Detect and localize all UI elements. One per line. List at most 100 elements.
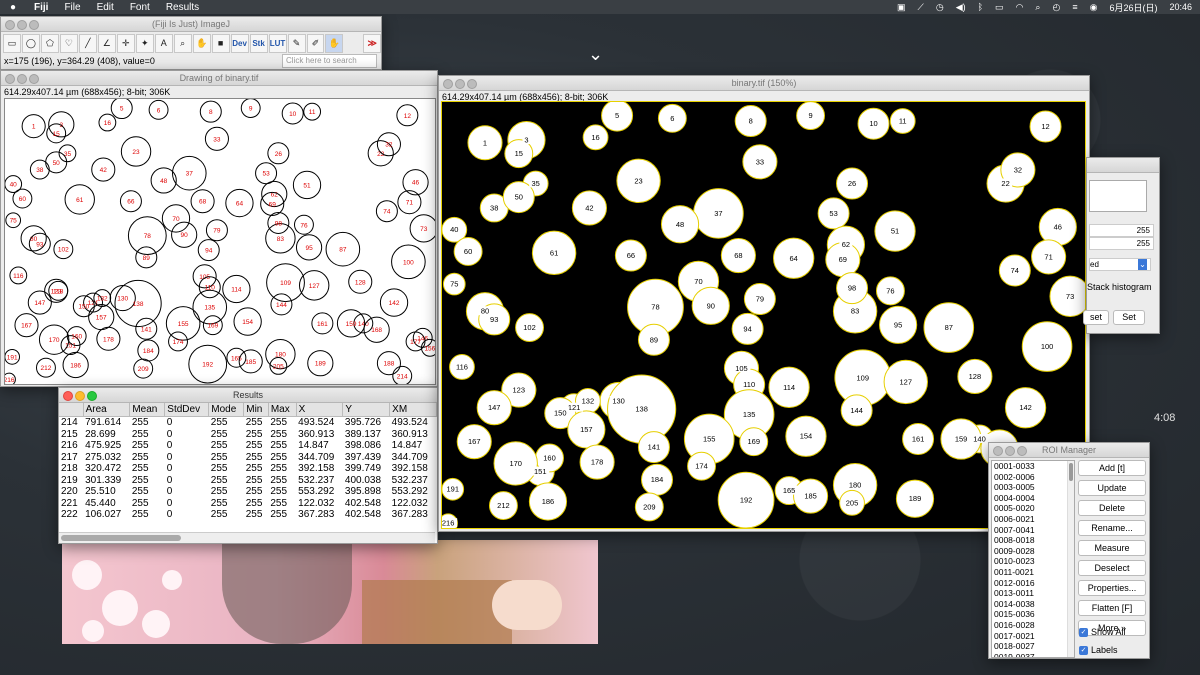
zoom-button[interactable] — [29, 74, 39, 84]
roi-button-deselect[interactable]: Deselect — [1078, 560, 1146, 576]
list-item[interactable]: 0005-0020 — [992, 503, 1074, 514]
minimize-button[interactable] — [17, 74, 27, 84]
menu-app-name[interactable]: Fiji — [26, 2, 56, 13]
list-item[interactable]: 0010-0023 — [992, 556, 1074, 567]
text-tool-icon[interactable]: A — [154, 33, 173, 53]
zoom-button[interactable] — [1017, 446, 1027, 456]
angle-tool-icon[interactable]: ∠ — [97, 33, 116, 53]
results-column-header[interactable]: StdDev — [164, 403, 210, 417]
list-item[interactable]: 0002-0006 — [992, 472, 1074, 483]
table-row[interactable]: 216 475.925 255 0 255 255 255 14.847 398.086 14.8… — [59, 440, 437, 452]
results-column-header[interactable]: Mode — [208, 403, 245, 417]
results-column-header[interactable]: XM — [389, 403, 437, 417]
results-column-header[interactable]: X — [296, 403, 344, 417]
results-titlebar[interactable]: Results — [59, 388, 437, 403]
dev-menu-button[interactable]: Dev — [230, 33, 249, 53]
results-column-header[interactable]: Mean — [129, 403, 166, 417]
apple-icon[interactable]: ● — [0, 2, 26, 13]
table-row[interactable]: 220 25.510 255 0 255 255 255 553.292 395.898 553.… — [59, 486, 437, 498]
clock-status-icon[interactable]: ◷ — [936, 2, 944, 13]
line-tool-icon[interactable]: ╱ — [78, 33, 97, 53]
freehand-tool-icon[interactable]: ♡ — [59, 33, 78, 53]
roi-button-flatten-f[interactable]: Flatten [F] — [1078, 600, 1146, 616]
list-item[interactable]: 0014-0038 — [992, 599, 1074, 610]
close-button[interactable] — [5, 20, 15, 30]
list-item[interactable]: 0017-0021 — [992, 631, 1074, 642]
menu-font[interactable]: Font — [122, 2, 158, 13]
pencil-tool-icon[interactable]: ✎ — [287, 33, 306, 53]
close-button[interactable] — [443, 79, 453, 89]
lut-menu-button[interactable]: LUT — [268, 33, 287, 53]
threshold-value-2[interactable]: 255 — [1089, 237, 1154, 250]
stk-menu-button[interactable]: Stk — [249, 33, 268, 53]
list-item[interactable]: 0012-0016 — [992, 578, 1074, 589]
roi-scrollbar[interactable] — [1067, 461, 1074, 657]
hand-tool-icon[interactable]: ✋ — [192, 33, 211, 53]
siri-icon[interactable]: ◉ — [1090, 2, 1098, 13]
results-column-header[interactable]: Y — [342, 403, 391, 417]
threshold-set-button-2[interactable]: Set — [1113, 310, 1145, 325]
list-item[interactable]: 0009-0028 — [992, 546, 1074, 557]
results-table[interactable]: Area Mean StdDev Mode Min Max X Y XM 214 791.614 2… — [59, 403, 437, 521]
list-item[interactable]: 0008-0018 — [992, 535, 1074, 546]
list-item[interactable]: 0003-0005 — [992, 482, 1074, 493]
control-center-icon[interactable]: ≡ — [1072, 2, 1077, 12]
threshold-value-1[interactable]: 255 — [1089, 224, 1154, 237]
roi-button-add-t[interactable]: Add [t] — [1078, 460, 1146, 476]
bluetooth-icon[interactable]: ᛒ — [978, 2, 983, 12]
list-item[interactable]: 0011-0021 — [992, 567, 1074, 578]
table-row[interactable]: 221 45.440 255 0 255 255 255 122.032 402.548 122.… — [59, 498, 437, 510]
close-button[interactable] — [5, 74, 15, 84]
list-item[interactable]: 0007-0041 — [992, 525, 1074, 536]
roi-button-measure[interactable]: Measure — [1078, 540, 1146, 556]
list-item[interactable]: 0018-0027 — [992, 641, 1074, 652]
volume-icon[interactable]: ◀) — [956, 2, 966, 13]
results-column-header[interactable] — [59, 403, 84, 417]
binary-titlebar[interactable]: binary.tif (150%) — [439, 76, 1089, 91]
zoom-button[interactable] — [467, 79, 477, 89]
threshold-method-select[interactable]: ed ⌄ — [1089, 258, 1151, 271]
table-row[interactable]: 222 106.027 255 0 255 255 255 367.283 402.548 367… — [59, 509, 437, 521]
menu-file[interactable]: File — [56, 2, 88, 13]
list-item[interactable]: 0016-0028 — [992, 620, 1074, 631]
table-row[interactable]: 218 320.472 255 0 255 255 255 392.158 399.749 392… — [59, 463, 437, 475]
results-column-header[interactable]: Area — [83, 403, 131, 417]
dropper-tool-icon[interactable]: ■ — [211, 33, 230, 53]
drawing-titlebar[interactable]: Drawing of binary.tif — [1, 71, 437, 86]
drawing-canvas[interactable]: 1 3 5 6 8 9 10 11 12 15 16 23 22 26 32 33 35 37 38 40 42 46 48… — [4, 98, 436, 385]
wifi-icon[interactable]: ◠ — [1016, 2, 1024, 13]
list-item[interactable]: 0015-0036 — [992, 609, 1074, 620]
zoom-button[interactable] — [29, 20, 39, 30]
roi-button-properties[interactable]: Properties... — [1078, 580, 1146, 596]
roi-button-delete[interactable]: Delete — [1078, 500, 1146, 516]
table-row[interactable]: 219 301.339 255 0 255 255 255 532.237 400.038 532… — [59, 475, 437, 487]
polygon-tool-icon[interactable]: ⬠ — [40, 33, 59, 53]
time-machine-icon[interactable]: ◴ — [1052, 2, 1060, 13]
rectangle-tool-icon[interactable]: ▭ — [3, 33, 21, 53]
brush-tool-icon[interactable]: ✐ — [306, 33, 325, 53]
search-icon[interactable]: ⌕ — [1035, 2, 1040, 13]
list-item[interactable]: 0001-0033 — [992, 461, 1074, 472]
stack-histogram-label[interactable]: Stack histogram — [1087, 282, 1152, 292]
minimize-button[interactable] — [1005, 446, 1015, 456]
show-all-checkbox[interactable]: ✓ Show All — [1079, 627, 1126, 637]
oval-tool-icon[interactable]: ◯ — [21, 33, 40, 53]
roi-list[interactable]: 0001-0033 0002-0006 0003-0005 0004-0004 0005… — [991, 460, 1075, 658]
ime-icon[interactable]: ▣ — [897, 2, 906, 13]
search-input[interactable]: Click here to search — [282, 54, 377, 68]
minimize-button[interactable] — [75, 391, 85, 401]
threshold-titlebar[interactable] — [1087, 158, 1159, 173]
list-item[interactable]: 0019-0037 — [992, 652, 1074, 657]
roi-titlebar[interactable]: ROI Manager — [989, 443, 1149, 458]
zoom-button[interactable] — [87, 391, 97, 401]
results-column-header[interactable]: Max — [268, 403, 297, 417]
scroll-thumb[interactable] — [61, 535, 181, 541]
minimize-button[interactable] — [17, 20, 27, 30]
tool-icon[interactable]: ⟋ — [918, 2, 924, 13]
threshold-set-button-1[interactable]: set — [1083, 310, 1109, 325]
horizontal-scrollbar[interactable] — [59, 532, 435, 543]
flood-fill-tool-icon[interactable]: ✋ — [325, 33, 344, 53]
labels-checkbox[interactable]: ✓ Labels — [1079, 645, 1118, 655]
results-column-header[interactable]: Min — [243, 403, 269, 417]
roi-button-update[interactable]: Update — [1078, 480, 1146, 496]
